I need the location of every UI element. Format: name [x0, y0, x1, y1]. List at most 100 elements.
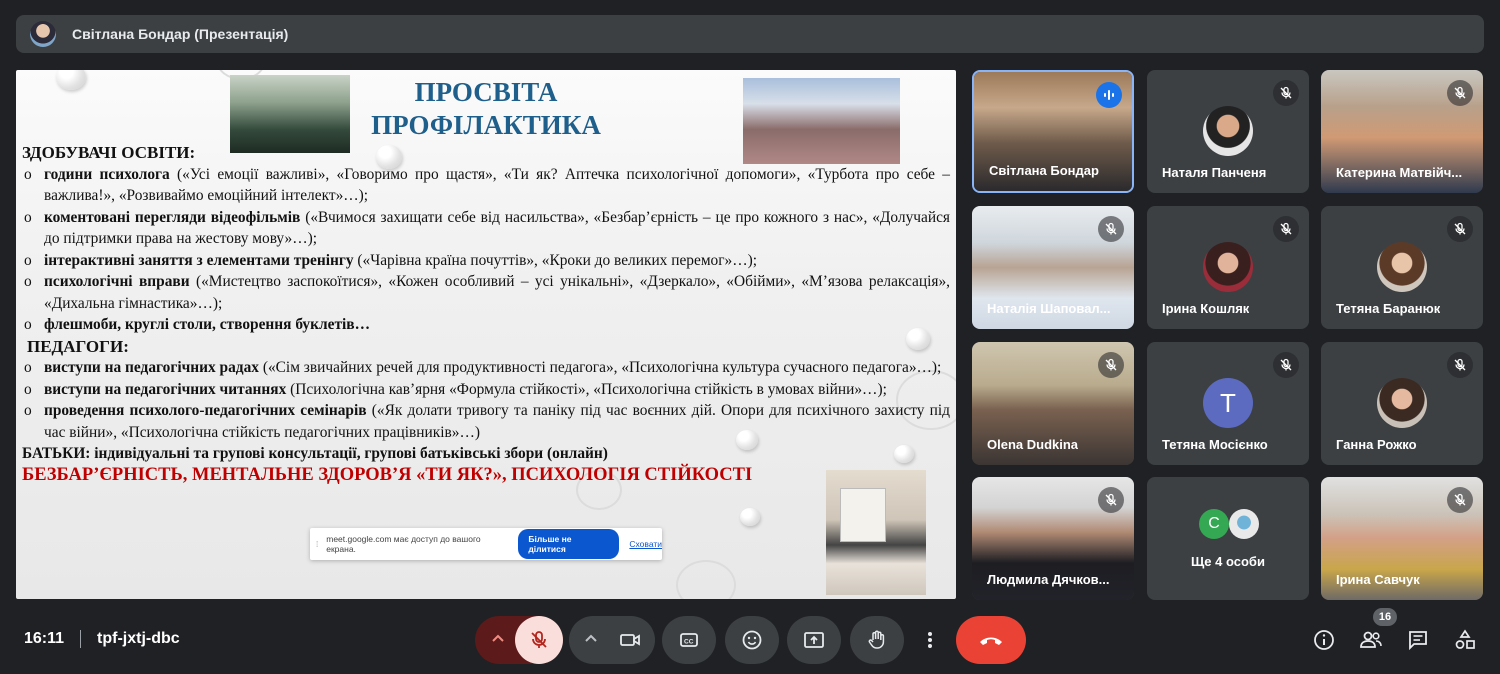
participant-initial-avatar: C: [1199, 509, 1229, 539]
slide-title-line1: ПРОСВІТА: [414, 77, 558, 107]
participant-tile[interactable]: Тетяна Баранюк: [1321, 206, 1483, 329]
activities-icon: [1455, 629, 1475, 649]
list-item: інтерактивні заняття з елементами тренін…: [22, 250, 950, 272]
meeting-info: 16:11 tpf-jxtj-dbc: [24, 630, 180, 648]
teachers-heading: ПЕДАГОГИ:: [27, 336, 129, 356]
participant-avatar: [1377, 242, 1427, 292]
list-item: флешмоби, круглі столи, створення буклет…: [22, 314, 950, 336]
mic-toggle-button[interactable]: [515, 616, 563, 664]
chat-button[interactable]: [1402, 624, 1434, 656]
mic-off-icon: [1447, 80, 1473, 106]
list-item: години психолога («Усі емоції важливі», …: [22, 164, 950, 207]
svg-text:CC: CC: [684, 639, 694, 646]
participant-initial-avatar: T: [1203, 378, 1253, 428]
participant-tile[interactable]: T Тетяна Мосієнко: [1147, 342, 1309, 465]
present-icon: [804, 632, 824, 648]
activities-button[interactable]: [1449, 624, 1481, 656]
participant-tile[interactable]: Наталія Шаповал...: [972, 206, 1134, 329]
participant-name: Тетяна Мосієнко: [1162, 437, 1268, 452]
participant-tile[interactable]: Наталя Панченя: [1147, 70, 1309, 193]
presenter-bar: Світлана Бондар (Презентація): [16, 15, 1484, 53]
mic-off-icon: [1447, 216, 1473, 242]
participant-tile[interactable]: Ірина Кошляк: [1147, 206, 1309, 329]
participant-tile[interactable]: Людмила Дячков...: [972, 477, 1134, 600]
more-vert-icon: [928, 632, 932, 648]
drag-handle-icon[interactable]: ⁞: [316, 540, 318, 549]
participant-tile[interactable]: Світлана Бондар: [972, 70, 1134, 193]
mic-off-icon: [1447, 352, 1473, 378]
participant-name: Наталя Панченя: [1162, 165, 1267, 180]
participant-avatar: [1229, 509, 1259, 539]
people-icon: [1360, 631, 1382, 648]
people-button[interactable]: [1355, 624, 1387, 656]
speaking-indicator-icon: [1096, 82, 1122, 108]
raise-hand-button[interactable]: [850, 616, 904, 664]
parents-line: БАТЬКИ: індивідуальні та групові консуль…: [22, 445, 608, 462]
divider: [80, 630, 82, 648]
participant-name: Наталія Шаповал...: [987, 301, 1111, 316]
list-item: психологічні вправи («Мистецтво заспокої…: [22, 271, 950, 314]
smiley-icon: [742, 630, 762, 650]
mic-off-icon: [1273, 80, 1299, 106]
camera-icon[interactable]: [619, 629, 641, 656]
hand-icon: [868, 630, 885, 649]
mic-off-icon: [1098, 216, 1124, 242]
participant-name: Тетяна Баранюк: [1336, 301, 1441, 316]
participant-avatar: [1203, 242, 1253, 292]
participant-name: Ще 4 особи: [1191, 554, 1265, 569]
more-options-button[interactable]: [913, 616, 947, 664]
share-message: meet.google.com має доступ до вашого екр…: [326, 534, 481, 554]
slide-highlight-line: БЕЗБАР’ЄРНІСТЬ, МЕНТАЛЬНЕ ЗДОРОВ’Я «ТИ Я…: [22, 464, 753, 485]
captions-icon: CC: [680, 633, 698, 647]
screen-share-notice: ⁞ meet.google.com має доступ до вашого е…: [310, 528, 662, 560]
audio-options-chevron-icon[interactable]: [489, 630, 507, 653]
participant-tile[interactable]: Olena Dudkina: [972, 342, 1134, 465]
info-icon: [1314, 630, 1334, 650]
presentation-slide: ПРОСВІТА ПРОФІЛАКТИКА ЗДОБУВАЧІ ОСВІТИ: …: [16, 70, 956, 599]
mic-off-icon: [531, 631, 547, 648]
slide-photo-speaker: [826, 470, 926, 595]
list-item: проведення психолого-педагогічних семіна…: [22, 400, 950, 443]
presenter-title: Світлана Бондар (Презентація): [72, 26, 289, 42]
participant-name: Людмила Дячков...: [987, 572, 1110, 587]
video-options-chevron-icon[interactable]: [582, 630, 600, 653]
mic-off-icon: [1273, 352, 1299, 378]
presenter-avatar: [30, 21, 56, 47]
mic-off-icon: [1098, 352, 1124, 378]
mic-off-icon: [1098, 487, 1124, 513]
emoji-reactions-button[interactable]: [725, 616, 779, 664]
stop-sharing-button[interactable]: Більше не ділитися: [518, 529, 620, 559]
clock-time: 16:11: [24, 630, 65, 647]
meeting-details-button[interactable]: [1308, 624, 1340, 656]
participant-avatar: [1203, 106, 1253, 156]
list-item: виступи на педагогічних читаннях (Психол…: [22, 379, 950, 401]
end-call-icon: [980, 637, 1002, 645]
participant-name: Ірина Савчук: [1336, 572, 1420, 587]
captions-button[interactable]: CC: [662, 616, 716, 664]
participant-name: Ірина Кошляк: [1162, 301, 1250, 316]
chat-icon: [1409, 631, 1427, 651]
participant-tile-group[interactable]: C Ще 4 особи: [1147, 477, 1309, 600]
video-control-group: [569, 616, 655, 664]
water-drop-decoration: [56, 70, 86, 90]
students-heading: ЗДОБУВАЧІ ОСВІТИ:: [22, 143, 196, 162]
participant-name: Ганна Рожко: [1336, 437, 1417, 452]
leave-call-button[interactable]: [956, 616, 1026, 664]
water-ring-decoration: [676, 560, 736, 599]
mic-off-icon: [1447, 487, 1473, 513]
audio-control-group: [475, 616, 563, 664]
list-item: коментовані перегляди відеофільмів («Вчи…: [22, 207, 950, 250]
call-controls-bar: 16:11 tpf-jxtj-dbc CC 16: [0, 606, 1500, 674]
meeting-code: tpf-jxtj-dbc: [97, 630, 180, 647]
list-item: виступи на педагогічних радах («Сім звич…: [22, 357, 950, 379]
present-screen-button[interactable]: [787, 616, 841, 664]
participant-tile[interactable]: Катерина Матвійч...: [1321, 70, 1483, 193]
participant-tile[interactable]: Ганна Рожко: [1321, 342, 1483, 465]
slide-title-line2: ПРОФІЛАКТИКА: [371, 110, 601, 140]
participant-tile[interactable]: Ірина Савчук: [1321, 477, 1483, 600]
participant-avatar: [1377, 378, 1427, 428]
water-drop-decoration: [740, 508, 760, 526]
mic-off-icon: [1273, 216, 1299, 242]
hide-notice-link[interactable]: Сховати: [629, 539, 662, 549]
participant-name: Olena Dudkina: [987, 437, 1079, 452]
